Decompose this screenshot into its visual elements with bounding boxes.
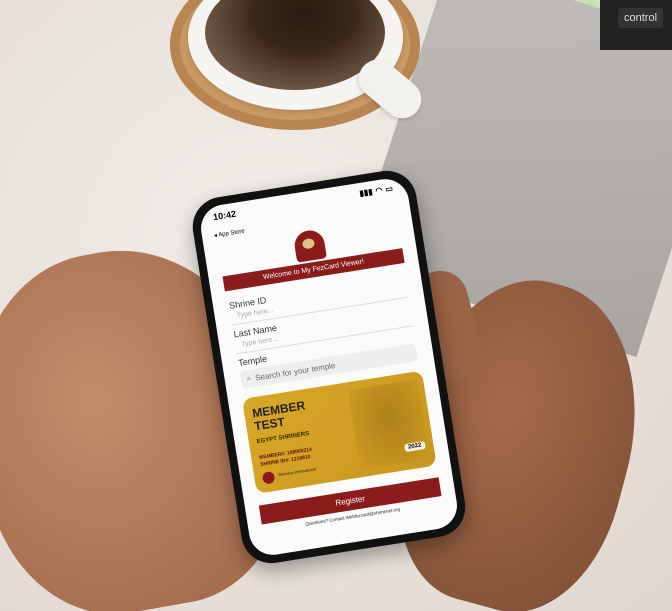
temple-search-placeholder: Search for your temple (254, 360, 336, 383)
fez-logo-icon (292, 228, 327, 263)
card-figure-artwork (347, 379, 430, 470)
card-name: MEMBER TEST (251, 398, 308, 433)
card-org: EGYPT SHRINERS (256, 430, 310, 446)
photo-scene: control 10:42 ▮▮▮ ◠ ▭ ◂ App Store Welcom… (0, 0, 672, 611)
laptop-keys: control (600, 0, 672, 50)
control-key: control (618, 8, 664, 28)
signal-icon: ▮▮▮ (358, 187, 374, 199)
card-ids: MEMBER#: 198000214 SHRINE ID#: 1218810 (259, 447, 314, 469)
card-brand: Shriners International (277, 466, 317, 478)
wifi-icon: ◠ (374, 185, 384, 196)
shriners-logo-icon (261, 470, 276, 485)
phone-screen: 10:42 ▮▮▮ ◠ ▭ ◂ App Store Welcome to My … (197, 175, 461, 559)
battery-icon: ▭ (384, 183, 394, 194)
search-icon: ⌕ (246, 373, 252, 383)
member-card: MEMBER TEST EGYPT SHRINERS MEMBER#: 1980… (241, 370, 437, 494)
